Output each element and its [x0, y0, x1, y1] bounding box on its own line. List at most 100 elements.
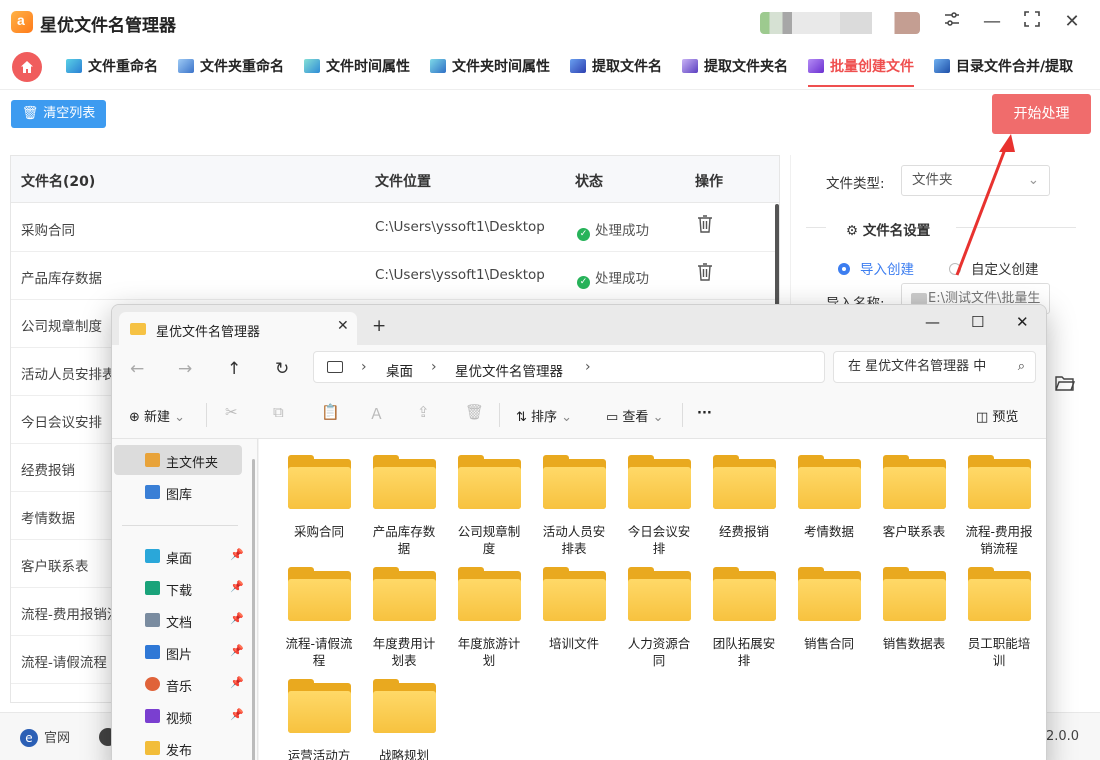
- folder-item[interactable]: 销售数据表: [873, 555, 955, 652]
- folder-item[interactable]: 公司规章制度: [448, 443, 530, 557]
- folder-item[interactable]: 年度费用计划表: [363, 555, 445, 669]
- folder-item[interactable]: 流程-费用报销流程: [958, 443, 1040, 557]
- explorer-tab[interactable]: 星优文件名管理器 ✕: [119, 312, 357, 345]
- close-icon[interactable]: ✕: [1016, 313, 1029, 331]
- view-button[interactable]: ▭ 查看 ⌄: [606, 406, 663, 425]
- column-name-header[interactable]: 文件名(20): [21, 171, 95, 191]
- folder-name: 战略规划: [378, 748, 429, 760]
- table-row[interactable]: 产品库存数据 C:\Users\yssoft1\Desktop ✓ 处理成功: [11, 252, 779, 300]
- table-row[interactable]: 采购合同 C:\Users\yssoft1\Desktop ✓ 处理成功: [11, 204, 779, 252]
- back-arrow-icon[interactable]: ←: [130, 359, 144, 379]
- refresh-icon[interactable]: ↻: [275, 359, 289, 379]
- folder-item[interactable]: 人力资源合同: [618, 555, 700, 669]
- tab-file-time[interactable]: 文件时间属性: [304, 56, 410, 78]
- official-site-link[interactable]: e 官网: [20, 727, 70, 747]
- row-filename: 产品库存数据: [21, 271, 102, 287]
- clear-list-label: 清空列表: [43, 106, 96, 121]
- sort-button[interactable]: ⇅ 排序 ⌄: [516, 406, 572, 425]
- breadcrumb-folder[interactable]: 星优文件名管理器: [455, 360, 563, 380]
- tab-label: 文件时间属性: [326, 59, 410, 75]
- breadcrumb-desktop[interactable]: 桌面: [386, 360, 413, 380]
- pin-icon[interactable]: 📌: [230, 644, 244, 657]
- rename-icon[interactable]: Ａ: [369, 403, 384, 424]
- paste-icon[interactable]: 📋: [321, 403, 340, 421]
- pin-icon[interactable]: 📌: [230, 580, 244, 593]
- address-bar[interactable]: › 桌面 › 星优文件名管理器 ›: [313, 351, 825, 383]
- folder-item[interactable]: 经费报销: [703, 443, 785, 540]
- folder-item[interactable]: 今日会议安排: [618, 443, 700, 557]
- folder-icon: [627, 455, 691, 509]
- settings-icon[interactable]: [940, 10, 964, 34]
- more-options-button[interactable]: ···: [697, 406, 712, 421]
- close-icon[interactable]: ✕: [1060, 10, 1084, 34]
- sidebar-item-gallery[interactable]: 图库: [114, 477, 242, 507]
- radio-import-create[interactable]: 导入创建: [838, 258, 914, 278]
- sidebar-item-label: 图库: [166, 488, 193, 503]
- delete-icon[interactable]: [697, 263, 713, 285]
- forward-arrow-icon[interactable]: →: [178, 359, 192, 379]
- sidebar-item-pictures[interactable]: 图片 📌: [114, 637, 244, 667]
- sidebar-item-publish[interactable]: 发布: [114, 733, 242, 760]
- pin-icon[interactable]: 📌: [230, 548, 244, 561]
- folder-item[interactable]: 年度旅游计划: [448, 555, 530, 669]
- folder-item[interactable]: 战略规划: [363, 667, 445, 760]
- tab-folder-time[interactable]: 文件夹时间属性: [430, 56, 550, 78]
- folder-item[interactable]: 活动人员安排表: [533, 443, 615, 557]
- folder-item[interactable]: 运营活动方: [278, 667, 360, 760]
- folder-item[interactable]: 客户联系表: [873, 443, 955, 540]
- new-button[interactable]: ⊕ 新建 ⌄: [129, 406, 185, 425]
- folder-name: 年度费用计划表: [372, 636, 436, 668]
- folder-item[interactable]: 产品库存数据: [363, 443, 445, 557]
- sidebar-item-videos[interactable]: 视频 📌: [114, 701, 244, 731]
- tab-label: 目录文件合并/提取: [956, 59, 1074, 75]
- column-status-header[interactable]: 状态: [575, 171, 603, 191]
- title-bar: 星优文件名管理器 — ✕: [0, 0, 1100, 44]
- sidebar-item-downloads[interactable]: 下载 📌: [114, 573, 244, 603]
- maximize-icon[interactable]: ☐: [971, 313, 984, 331]
- folder-item[interactable]: 团队拓展安排: [703, 555, 785, 669]
- folder-icon: [372, 679, 436, 733]
- status-text: 处理成功: [595, 223, 649, 239]
- search-input[interactable]: 在 星优文件名管理器 中 ⌕: [833, 351, 1036, 383]
- pin-icon[interactable]: 📌: [230, 612, 244, 625]
- open-folder-icon[interactable]: [1055, 375, 1076, 395]
- tab-extract-filename[interactable]: 提取文件名: [570, 56, 662, 78]
- clear-list-button[interactable]: 🗑 清空列表: [11, 100, 106, 128]
- sidebar-item-desktop[interactable]: 桌面 📌: [114, 541, 244, 571]
- copy-icon[interactable]: ⧉: [273, 403, 284, 421]
- pin-icon[interactable]: 📌: [230, 676, 244, 689]
- column-location-header[interactable]: 文件位置: [375, 171, 431, 191]
- minimize-icon[interactable]: —: [925, 313, 940, 331]
- tab-rename-file[interactable]: 文件重命名: [66, 56, 158, 78]
- tab-extract-foldername[interactable]: 提取文件夹名: [682, 56, 788, 78]
- delete-icon[interactable]: 🗑: [465, 403, 484, 421]
- tab-batch-create[interactable]: 批量创建文件: [808, 56, 914, 87]
- start-processing-button[interactable]: 开始处理: [992, 94, 1091, 134]
- folder-name: 流程-费用报销流程: [965, 524, 1033, 556]
- maximize-icon[interactable]: [1020, 10, 1044, 34]
- sidebar-item-documents[interactable]: 文档 📌: [114, 605, 244, 635]
- tab-merge-dir[interactable]: 目录文件合并/提取: [934, 56, 1073, 78]
- delete-icon[interactable]: [697, 215, 713, 237]
- folder-item[interactable]: 考情数据: [788, 443, 870, 540]
- home-button[interactable]: [12, 52, 42, 82]
- folder-item[interactable]: 培训文件: [533, 555, 615, 652]
- new-tab-icon[interactable]: +: [372, 316, 386, 336]
- minimize-icon[interactable]: —: [980, 10, 1004, 34]
- column-action-header: 操作: [695, 174, 723, 190]
- up-arrow-icon[interactable]: ↑: [227, 359, 241, 379]
- folder-item[interactable]: 流程-请假流程: [278, 555, 360, 669]
- sidebar-item-music[interactable]: 音乐 📌: [114, 669, 244, 699]
- cut-icon[interactable]: ✂: [225, 403, 238, 421]
- preview-button[interactable]: ◫ 预览: [976, 406, 1018, 425]
- tab-rename-folder[interactable]: 文件夹重命名: [178, 56, 284, 78]
- share-icon[interactable]: ⇪: [417, 403, 430, 421]
- folder-item[interactable]: 采购合同: [278, 443, 360, 540]
- folder-item[interactable]: 销售合同: [788, 555, 870, 652]
- sidebar-scrollbar[interactable]: [252, 459, 255, 760]
- tab-close-icon[interactable]: ✕: [337, 318, 349, 334]
- pin-icon[interactable]: 📌: [230, 708, 244, 721]
- folder-item[interactable]: 员工职能培训: [958, 555, 1040, 669]
- sidebar-item-home[interactable]: 主文件夹: [114, 445, 242, 475]
- user-avatar[interactable]: [760, 12, 920, 34]
